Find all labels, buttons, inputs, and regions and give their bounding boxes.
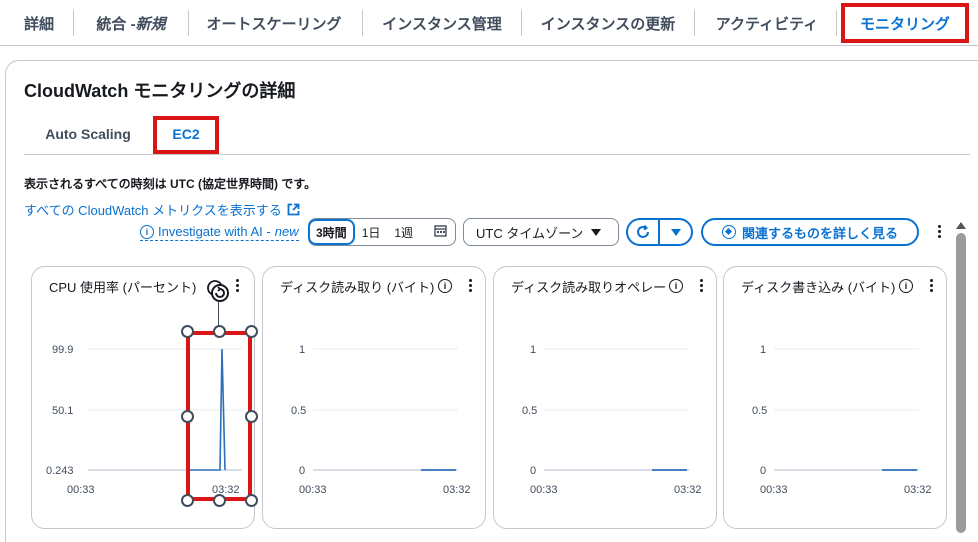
top-tab-bar: 詳細 統合 - 新規 オートスケーリング インスタンス管理 インスタンスの更新 …	[0, 0, 978, 46]
resize-handle[interactable]	[181, 325, 194, 338]
tab-instance-refresh[interactable]: インスタンスの更新	[528, 0, 688, 46]
tab-auto-scaling[interactable]: オートスケーリング	[195, 0, 353, 46]
disk-read-ops-plot: 1 0.5 0 00:33 03:32	[522, 344, 702, 496]
tab-integrations[interactable]: 統合 - 新規	[80, 0, 182, 46]
y-tick: 0	[760, 465, 766, 477]
tab-divider	[73, 10, 74, 36]
disk-read-plot: 1 0.5 0 00:33 03:32	[291, 344, 471, 496]
rotate-handle-stem	[218, 302, 219, 326]
range-3h[interactable]: 3時間	[308, 219, 355, 245]
resize-handle[interactable]	[245, 494, 258, 507]
caret-down-icon	[670, 228, 681, 236]
y-tick: 0.5	[522, 405, 537, 417]
resize-handle[interactable]	[213, 494, 226, 507]
chart-card-disk-write-bytes: ディスク書き込み (バイト) i 1 0.5 0 00:33 03:32	[723, 266, 947, 529]
refresh-split-button	[626, 218, 693, 246]
resize-handle[interactable]	[181, 494, 194, 507]
explore-label: 関連するものを詳しく見る	[741, 225, 898, 241]
y-tick: 1	[299, 344, 305, 356]
range-1w[interactable]: 1週	[387, 224, 420, 241]
scroll-up-icon[interactable]	[956, 222, 966, 229]
cloudwatch-link-label: すべての CloudWatch メトリクスを表示する	[24, 203, 282, 218]
subtab-auto-scaling[interactable]: Auto Scaling	[34, 116, 142, 152]
timezone-dropdown[interactable]: UTC タイムゾーン	[463, 218, 619, 246]
external-link-icon	[287, 203, 300, 216]
tab-activity[interactable]: アクティビティ	[701, 0, 833, 46]
tab-divider	[694, 10, 695, 36]
tab-instance-management[interactable]: インスタンス管理	[369, 0, 515, 46]
refresh-options-button[interactable]	[660, 220, 691, 244]
refresh-button[interactable]	[628, 220, 660, 244]
resize-handle[interactable]	[245, 325, 258, 338]
selection-box[interactable]	[186, 331, 252, 501]
tab-divider	[836, 10, 837, 36]
y-tick: 0	[530, 465, 536, 477]
y-tick: 99.9	[52, 344, 73, 356]
vertical-scrollbar[interactable]	[954, 222, 968, 542]
x-tick: 03:32	[674, 484, 702, 496]
tab-details[interactable]: 詳細	[8, 0, 70, 46]
explore-related-button[interactable]: 関連するものを詳しく見る	[701, 218, 919, 246]
refresh-icon	[637, 224, 649, 238]
y-tick: 50.1	[52, 405, 73, 417]
tab-divider	[521, 10, 522, 36]
resize-handle[interactable]	[213, 325, 226, 338]
time-range-selector: 3時間 1日 1週	[308, 218, 456, 246]
more-options-icon[interactable]	[938, 225, 941, 238]
y-tick: 1	[530, 344, 536, 356]
tab-divider	[188, 10, 189, 36]
y-tick: 0	[299, 465, 305, 477]
investigate-with-ai-link[interactable]: i Investigate with AI - new	[140, 224, 299, 241]
chart-card-disk-read-ops: ディスク読み取りオペレー i 1 0.5 0 00:33 03:32	[493, 266, 717, 529]
new-badge: new	[274, 224, 299, 239]
x-tick: 00:33	[299, 484, 327, 496]
section-title: CloudWatch モニタリングの詳細	[24, 81, 296, 101]
disk-write-plot: 1 0.5 0 00:33 03:32	[752, 344, 932, 496]
highlight-box-ec2	[153, 116, 219, 154]
highlight-box-monitoring	[841, 3, 969, 43]
compass-icon	[721, 225, 736, 239]
cloudwatch-metrics-link[interactable]: すべての CloudWatch メトリクスを表示する	[24, 200, 300, 219]
x-tick: 00:33	[530, 484, 558, 496]
x-tick: 00:33	[67, 484, 95, 496]
x-tick: 03:32	[443, 484, 471, 496]
y-tick: 0.5	[752, 405, 767, 417]
y-tick: 0.243	[46, 465, 74, 477]
tab-divider	[362, 10, 363, 36]
caret-down-icon	[591, 228, 602, 236]
subtab-divider	[24, 154, 970, 155]
investigate-label: Investigate with AI -	[158, 224, 271, 239]
chart-card-disk-read-bytes: ディスク読み取り (バイト) i 1 0.5 0 00:33 03:32	[262, 266, 486, 529]
timezone-label: UTC タイムゾーン	[476, 225, 584, 241]
info-icon: i	[140, 224, 154, 239]
x-tick: 03:32	[904, 484, 932, 496]
x-tick: 00:33	[760, 484, 788, 496]
calendar-icon[interactable]	[427, 224, 455, 240]
utc-note: 表示されるすべての時刻は UTC (協定世界時間) です。	[24, 177, 317, 191]
y-tick: 1	[760, 344, 766, 356]
y-tick: 0.5	[291, 405, 306, 417]
range-1d[interactable]: 1日	[355, 224, 388, 241]
resize-handle[interactable]	[181, 410, 194, 423]
resize-handle[interactable]	[245, 410, 258, 423]
scrollbar-thumb[interactable]	[956, 233, 966, 533]
